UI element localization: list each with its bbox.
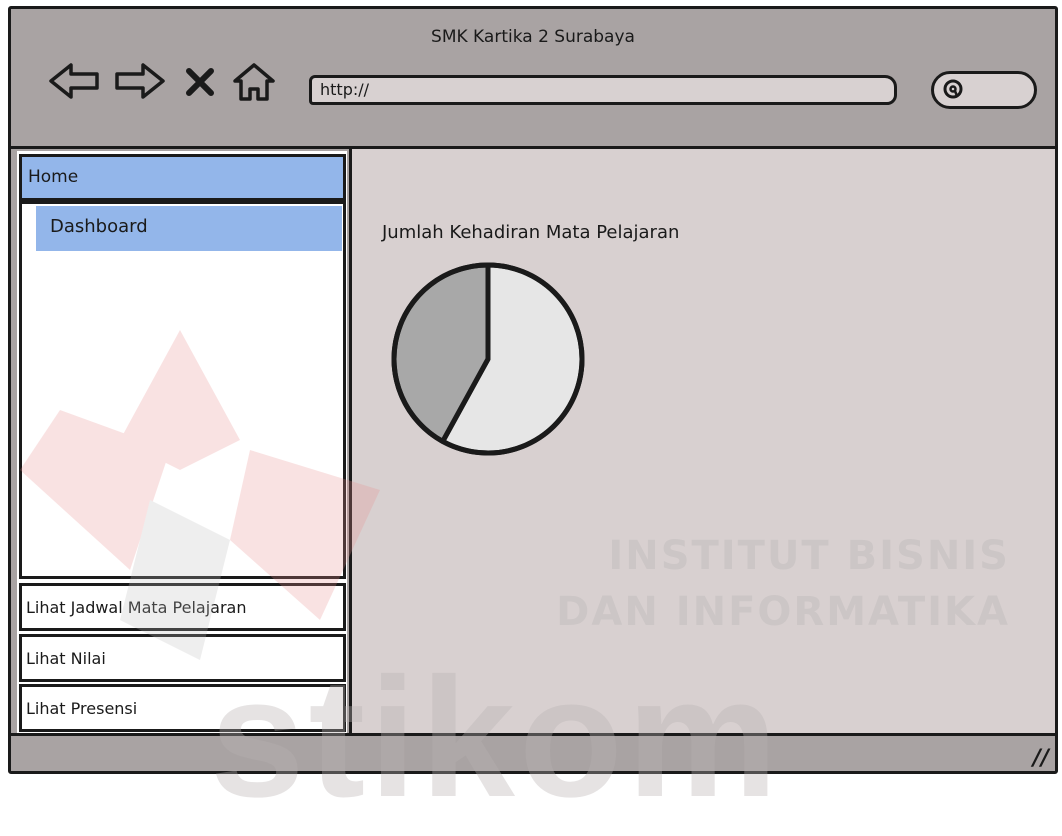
sidebar-item-lihat-presensi[interactable]: Lihat Presensi: [19, 684, 346, 732]
sidebar-item-lihat-jadwal[interactable]: Lihat Jadwal Mata Pelajaran: [19, 583, 346, 631]
browser-window: SMK Kartika 2 Surabaya http:// Home Dash…: [8, 6, 1058, 774]
arrow-left-icon[interactable]: [47, 61, 103, 101]
chart-title: Jumlah Kehadiran Mata Pelajaran: [382, 222, 680, 243]
sidebar-item-home[interactable]: Home: [19, 154, 346, 201]
arrow-right-icon[interactable]: [111, 61, 167, 101]
resize-grip-icon[interactable]: //: [1033, 746, 1049, 771]
home-icon[interactable]: [231, 61, 277, 103]
sidebar-item-lihat-nilai[interactable]: Lihat Nilai: [19, 634, 346, 682]
window-title: SMK Kartika 2 Surabaya: [431, 27, 635, 47]
search-input[interactable]: [931, 71, 1037, 109]
url-input[interactable]: http://: [309, 75, 897, 105]
close-icon[interactable]: [183, 61, 217, 101]
sidebar: Home Dashboard Lihat Jadwal Mata Pelajar…: [17, 151, 347, 735]
search-icon: [943, 79, 963, 99]
browser-toolbar: SMK Kartika 2 Surabaya http://: [11, 9, 1055, 149]
sidebar-item-dashboard[interactable]: Dashboard: [36, 206, 342, 251]
pie-chart: [391, 262, 585, 456]
status-bar: //: [11, 733, 1055, 771]
sidebar-submenu: Dashboard: [19, 201, 346, 579]
main-content: Jumlah Kehadiran Mata Pelajaran: [349, 149, 1055, 733]
